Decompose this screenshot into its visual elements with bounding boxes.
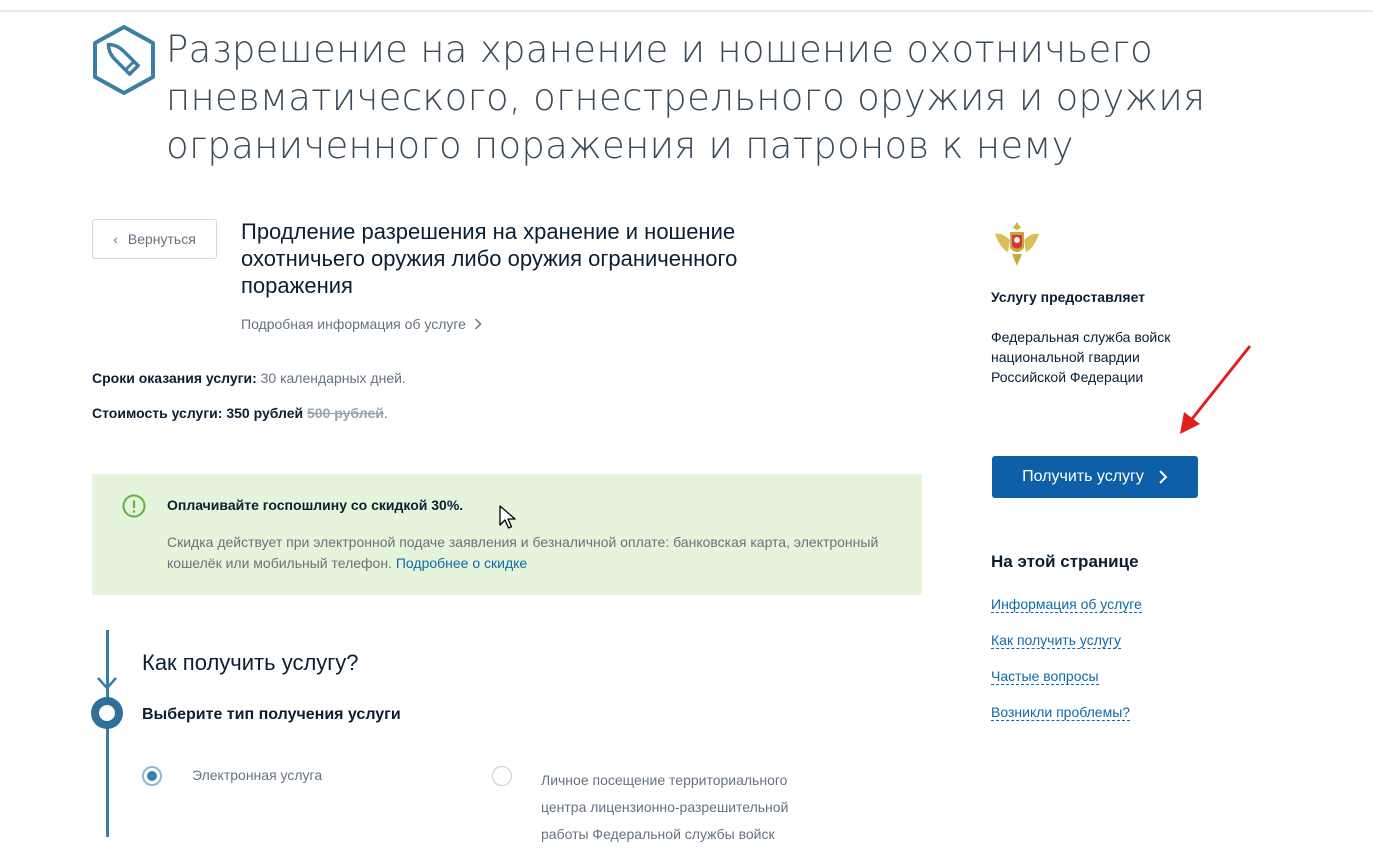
back-button-label: Вернуться <box>127 231 196 247</box>
service-term: Сроки оказания услуги: 30 календарных дн… <box>92 370 406 386</box>
arrow-down-icon <box>97 677 117 690</box>
service-details-label: Подробная информация об услуге <box>241 316 466 332</box>
service-details-link[interactable]: Подробная информация об услуге <box>241 316 482 332</box>
toc-how-to-get[interactable]: Как получить услугу <box>991 632 1122 649</box>
radio-electronic[interactable] <box>142 766 162 786</box>
step-marker <box>91 697 123 729</box>
price-label: Стоимость услуги: <box>92 405 223 421</box>
discount-link[interactable]: Подробнее о скидке <box>396 555 527 571</box>
toc-problems[interactable]: Возникли проблемы? <box>991 704 1131 721</box>
timeline-line <box>106 630 109 837</box>
annotation-arrow-icon <box>1180 345 1252 434</box>
get-service-button[interactable]: Получить услугу <box>992 456 1198 498</box>
exclamation-circle-icon <box>122 494 146 518</box>
price-old: 500 рублей <box>307 405 384 421</box>
toc-service-info[interactable]: Информация об услуге <box>991 596 1142 613</box>
rosgvardia-emblem-icon <box>995 222 1039 266</box>
provider-label: Услугу предоставляет <box>991 289 1146 305</box>
on-page-title: На этой странице <box>991 552 1139 571</box>
step-title: Выберите тип получения услуги <box>142 706 401 723</box>
back-button[interactable]: ‹ Вернуться <box>92 219 217 259</box>
chevron-left-icon: ‹ <box>113 231 118 247</box>
top-divider <box>0 10 1373 12</box>
get-service-label: Получить услугу <box>1022 468 1144 485</box>
service-title: Продление разрешения на хранение и ношен… <box>241 219 738 298</box>
how-to-title: Как получить услугу? <box>142 650 359 675</box>
option-electronic-label[interactable]: Электронная услуга <box>192 767 322 783</box>
service-price: Стоимость услуги: 350 рублей 500 рублей. <box>92 405 388 421</box>
mouse-cursor-icon <box>499 505 516 529</box>
price-end: . <box>383 405 388 421</box>
price-value: 350 рублей <box>226 405 304 421</box>
term-value: 30 календарных дней. <box>260 370 406 386</box>
discount-body: Скидка действует при электронной подаче … <box>167 532 887 574</box>
chevron-right-icon <box>474 318 482 330</box>
page-title: Разрешение на хранение и ношение охотнич… <box>166 28 1206 167</box>
discount-heading: Оплачивайте госпошлину со скидкой 30%. <box>167 497 464 513</box>
option-personal-visit-label[interactable]: Личное посещение территориального центра… <box>541 767 821 848</box>
radio-personal-visit[interactable] <box>492 766 512 786</box>
bullet-icon <box>93 25 155 95</box>
discount-banner: Оплачивайте госпошлину со скидкой 30%. С… <box>92 474 922 595</box>
term-label: Сроки оказания услуги: <box>92 370 257 386</box>
chevron-right-icon <box>1159 470 1168 484</box>
toc-faq[interactable]: Частые вопросы <box>991 668 1099 685</box>
